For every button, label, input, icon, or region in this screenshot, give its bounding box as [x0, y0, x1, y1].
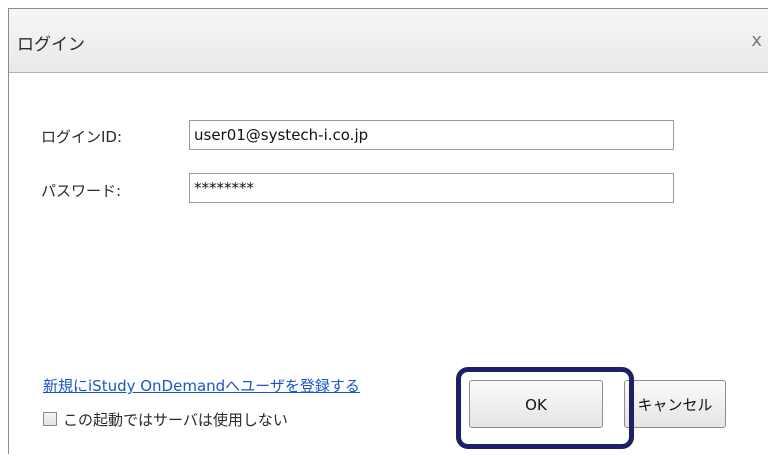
title-bar: ログイン x: [9, 9, 768, 73]
login-dialog: ログイン x ログインID: パスワード: 新規にiStudy OnDemand…: [8, 8, 768, 454]
login-id-field[interactable]: [189, 120, 674, 150]
password-label: パスワード:: [41, 182, 122, 200]
cancel-button[interactable]: キャンセル: [624, 380, 726, 428]
close-icon[interactable]: x: [751, 30, 762, 51]
password-field[interactable]: [189, 173, 674, 203]
dialog-title: ログイン: [17, 35, 85, 55]
register-user-link[interactable]: 新規にiStudy OnDemandへユーザを登録する: [43, 375, 360, 396]
offline-checkbox[interactable]: [43, 412, 57, 426]
login-id-label: ログインID:: [41, 128, 123, 146]
offline-checkbox-row[interactable]: この起動ではサーバは使用しない: [43, 409, 288, 429]
ok-highlight-annotation: [456, 367, 634, 449]
offline-checkbox-label: この起動ではサーバは使用しない: [63, 410, 288, 429]
